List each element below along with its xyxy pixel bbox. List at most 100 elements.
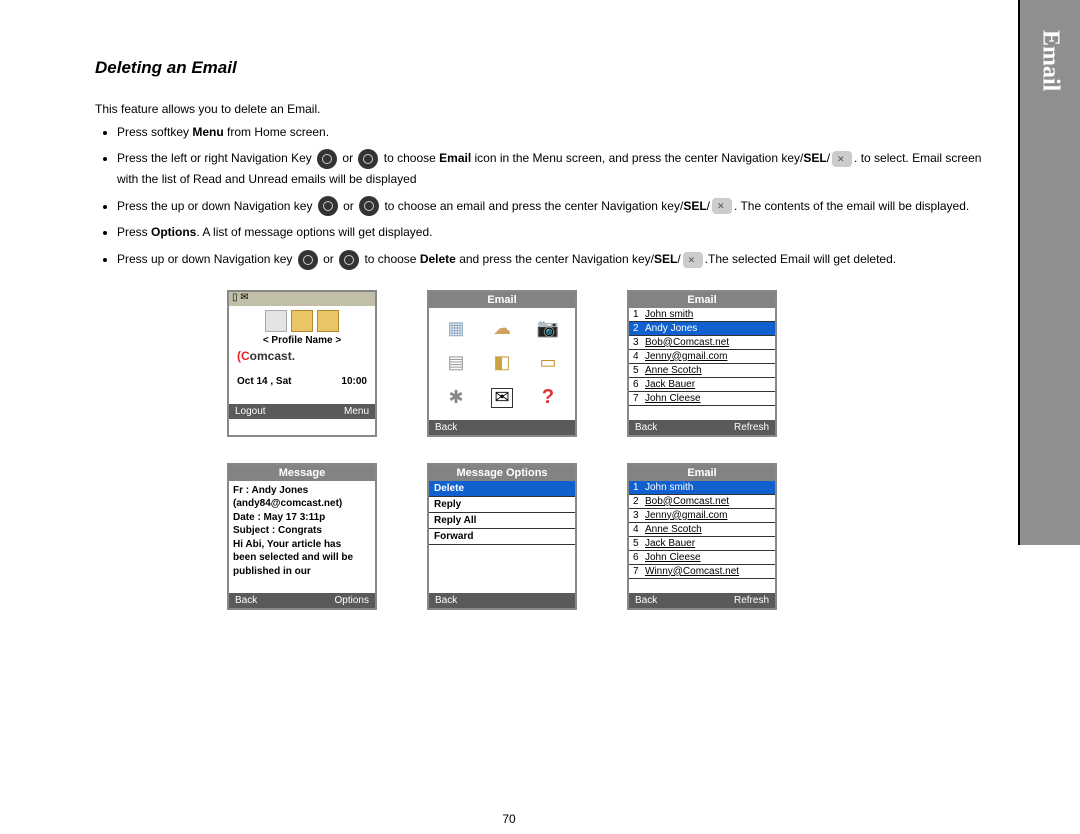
home-time: 10:00 [341, 376, 367, 387]
email-list-item: 3Jenny@gmail.com [629, 509, 775, 523]
phone-screen-email-list: Email 1John smith2Andy Jones3Bob@Comcast… [627, 290, 777, 437]
text: or [339, 151, 356, 165]
text: icon in the Menu screen, and press the c… [471, 151, 803, 165]
text: Press softkey [117, 125, 192, 139]
screens-row-2: Message Fr : Andy Jones (andy84@comcast.… [227, 463, 988, 610]
select-key-icon [832, 151, 852, 167]
intro-text: This feature allows you to delete an Ema… [95, 100, 988, 118]
text: Press [117, 225, 151, 239]
profile-icon [265, 310, 287, 332]
menu-email-icon: ✉ [483, 384, 521, 412]
bold: SEL [803, 151, 826, 165]
softkey-left: Back [635, 595, 657, 606]
select-key-icon [712, 198, 732, 214]
sidebar-tab-label: Email [1037, 30, 1064, 91]
option-item: Reply [429, 497, 575, 513]
bold: SEL [654, 252, 677, 266]
email-list-item: 3Bob@Comcast.net [629, 336, 775, 350]
softkey-left: Back [435, 595, 457, 606]
msg-from: Fr : Andy Jones [233, 484, 371, 498]
option-item: Delete [429, 481, 575, 497]
bold: Options [151, 225, 196, 239]
step-1: Press softkey Menu from Home screen. [117, 122, 988, 142]
home-date: Oct 14 , Sat [237, 376, 291, 387]
msg-subject: Subject : Congrats [233, 524, 371, 538]
softkey-left: Back [635, 422, 657, 433]
phone-screen-home: ▯ ✉ < Profile Name > (Comcast. Oct 14 , … [227, 290, 377, 437]
screen-title: Email [629, 292, 775, 308]
email-list-item: 1John smith [629, 481, 775, 495]
sidebar-tab: Email [1018, 0, 1080, 545]
nav-up-down-icon [298, 250, 318, 270]
bold: Email [439, 151, 471, 165]
bold: SEL [683, 199, 706, 213]
nav-up-down-icon [339, 250, 359, 270]
msg-body-line: Hi Abi, Your article has [233, 538, 371, 552]
status-bar: ▯ ✉ [229, 292, 375, 306]
text: to choose [380, 151, 439, 165]
text: or [320, 252, 337, 266]
text: .The selected Email will get deleted. [705, 252, 896, 266]
phone-screen-message: Message Fr : Andy Jones (andy84@comcast.… [227, 463, 377, 610]
profile-name-text: < Profile Name > [233, 335, 371, 346]
nav-up-down-icon [318, 196, 338, 216]
email-list-item: 4Jenny@gmail.com [629, 350, 775, 364]
email-list-item: 7Winny@Comcast.net [629, 565, 775, 579]
screen-title: Email [629, 465, 775, 481]
softkey-left: Back [235, 595, 257, 606]
text: or [340, 199, 357, 213]
option-item: Forward [429, 529, 575, 545]
email-list-item: 7John Cleese [629, 392, 775, 406]
phone-screen-email-list-after: Email 1John smith2Bob@Comcast.net3Jenny@… [627, 463, 777, 610]
screen-title: Message [229, 465, 375, 481]
text: . The contents of the email will be disp… [734, 199, 969, 213]
menu-help-icon: ? [529, 384, 567, 412]
folder-icon [317, 310, 339, 332]
menu-icon: ▭ [529, 350, 567, 376]
folder-icon [291, 310, 313, 332]
softkey-right: Refresh [734, 422, 769, 433]
email-list-item: 5Anne Scotch [629, 364, 775, 378]
option-item: Reply All [429, 513, 575, 529]
select-key-icon [683, 252, 703, 268]
menu-icon: ◧ [483, 350, 521, 376]
email-list-item: 2Bob@Comcast.net [629, 495, 775, 509]
email-list-item: 5Jack Bauer [629, 537, 775, 551]
email-list-item: 2Andy Jones [629, 322, 775, 336]
phone-screen-message-options: Message Options DeleteReplyReply AllForw… [427, 463, 577, 610]
email-list-item: 6Jack Bauer [629, 378, 775, 392]
msg-from-addr: (andy84@comcast.net) [233, 497, 371, 511]
msg-body-line: been selected and will be [233, 551, 371, 565]
screen-title: Message Options [429, 465, 575, 481]
nav-left-right-icon [358, 149, 378, 169]
step-4: Press Options. A list of message options… [117, 222, 988, 242]
softkey-right: Options [335, 595, 369, 606]
email-list-item: 4Anne Scotch [629, 523, 775, 537]
step-2: Press the left or right Navigation Key o… [117, 148, 988, 189]
menu-icon: ☁ [483, 316, 521, 342]
msg-body-line: published in our [233, 565, 371, 579]
softkey-left: Logout [235, 406, 266, 417]
text: from Home screen. [224, 125, 329, 139]
msg-date: Date : May 17 3:11p [233, 511, 371, 525]
email-list-item: 1John smith [629, 308, 775, 322]
text: . A list of message options will get dis… [196, 225, 432, 239]
softkey-right: Menu [344, 406, 369, 417]
bold: Delete [420, 252, 456, 266]
text: and press the center Navigation key/ [456, 252, 654, 266]
phone-screen-menu: Email ▦ ☁ 📷 ▤ ◧ ▭ ✱ ✉ ? Back [427, 290, 577, 437]
bold: Menu [192, 125, 223, 139]
step-5: Press up or down Navigation key or to ch… [117, 249, 988, 270]
text: Press up or down Navigation key [117, 252, 296, 266]
menu-icon: ▤ [437, 350, 475, 376]
instruction-list: Press softkey Menu from Home screen. Pre… [95, 122, 988, 270]
document-page: Deleting an Email This feature allows yo… [0, 0, 1080, 834]
menu-icon: 📷 [529, 316, 567, 342]
screens-row-1: ▯ ✉ < Profile Name > (Comcast. Oct 14 , … [227, 290, 988, 437]
page-number: 70 [502, 812, 515, 826]
email-list-item: 6John Cleese [629, 551, 775, 565]
menu-icon: ▦ [437, 316, 475, 342]
section-heading: Deleting an Email [95, 58, 988, 78]
softkey-left: Back [435, 422, 457, 433]
text: to choose an email and press the center … [381, 199, 683, 213]
